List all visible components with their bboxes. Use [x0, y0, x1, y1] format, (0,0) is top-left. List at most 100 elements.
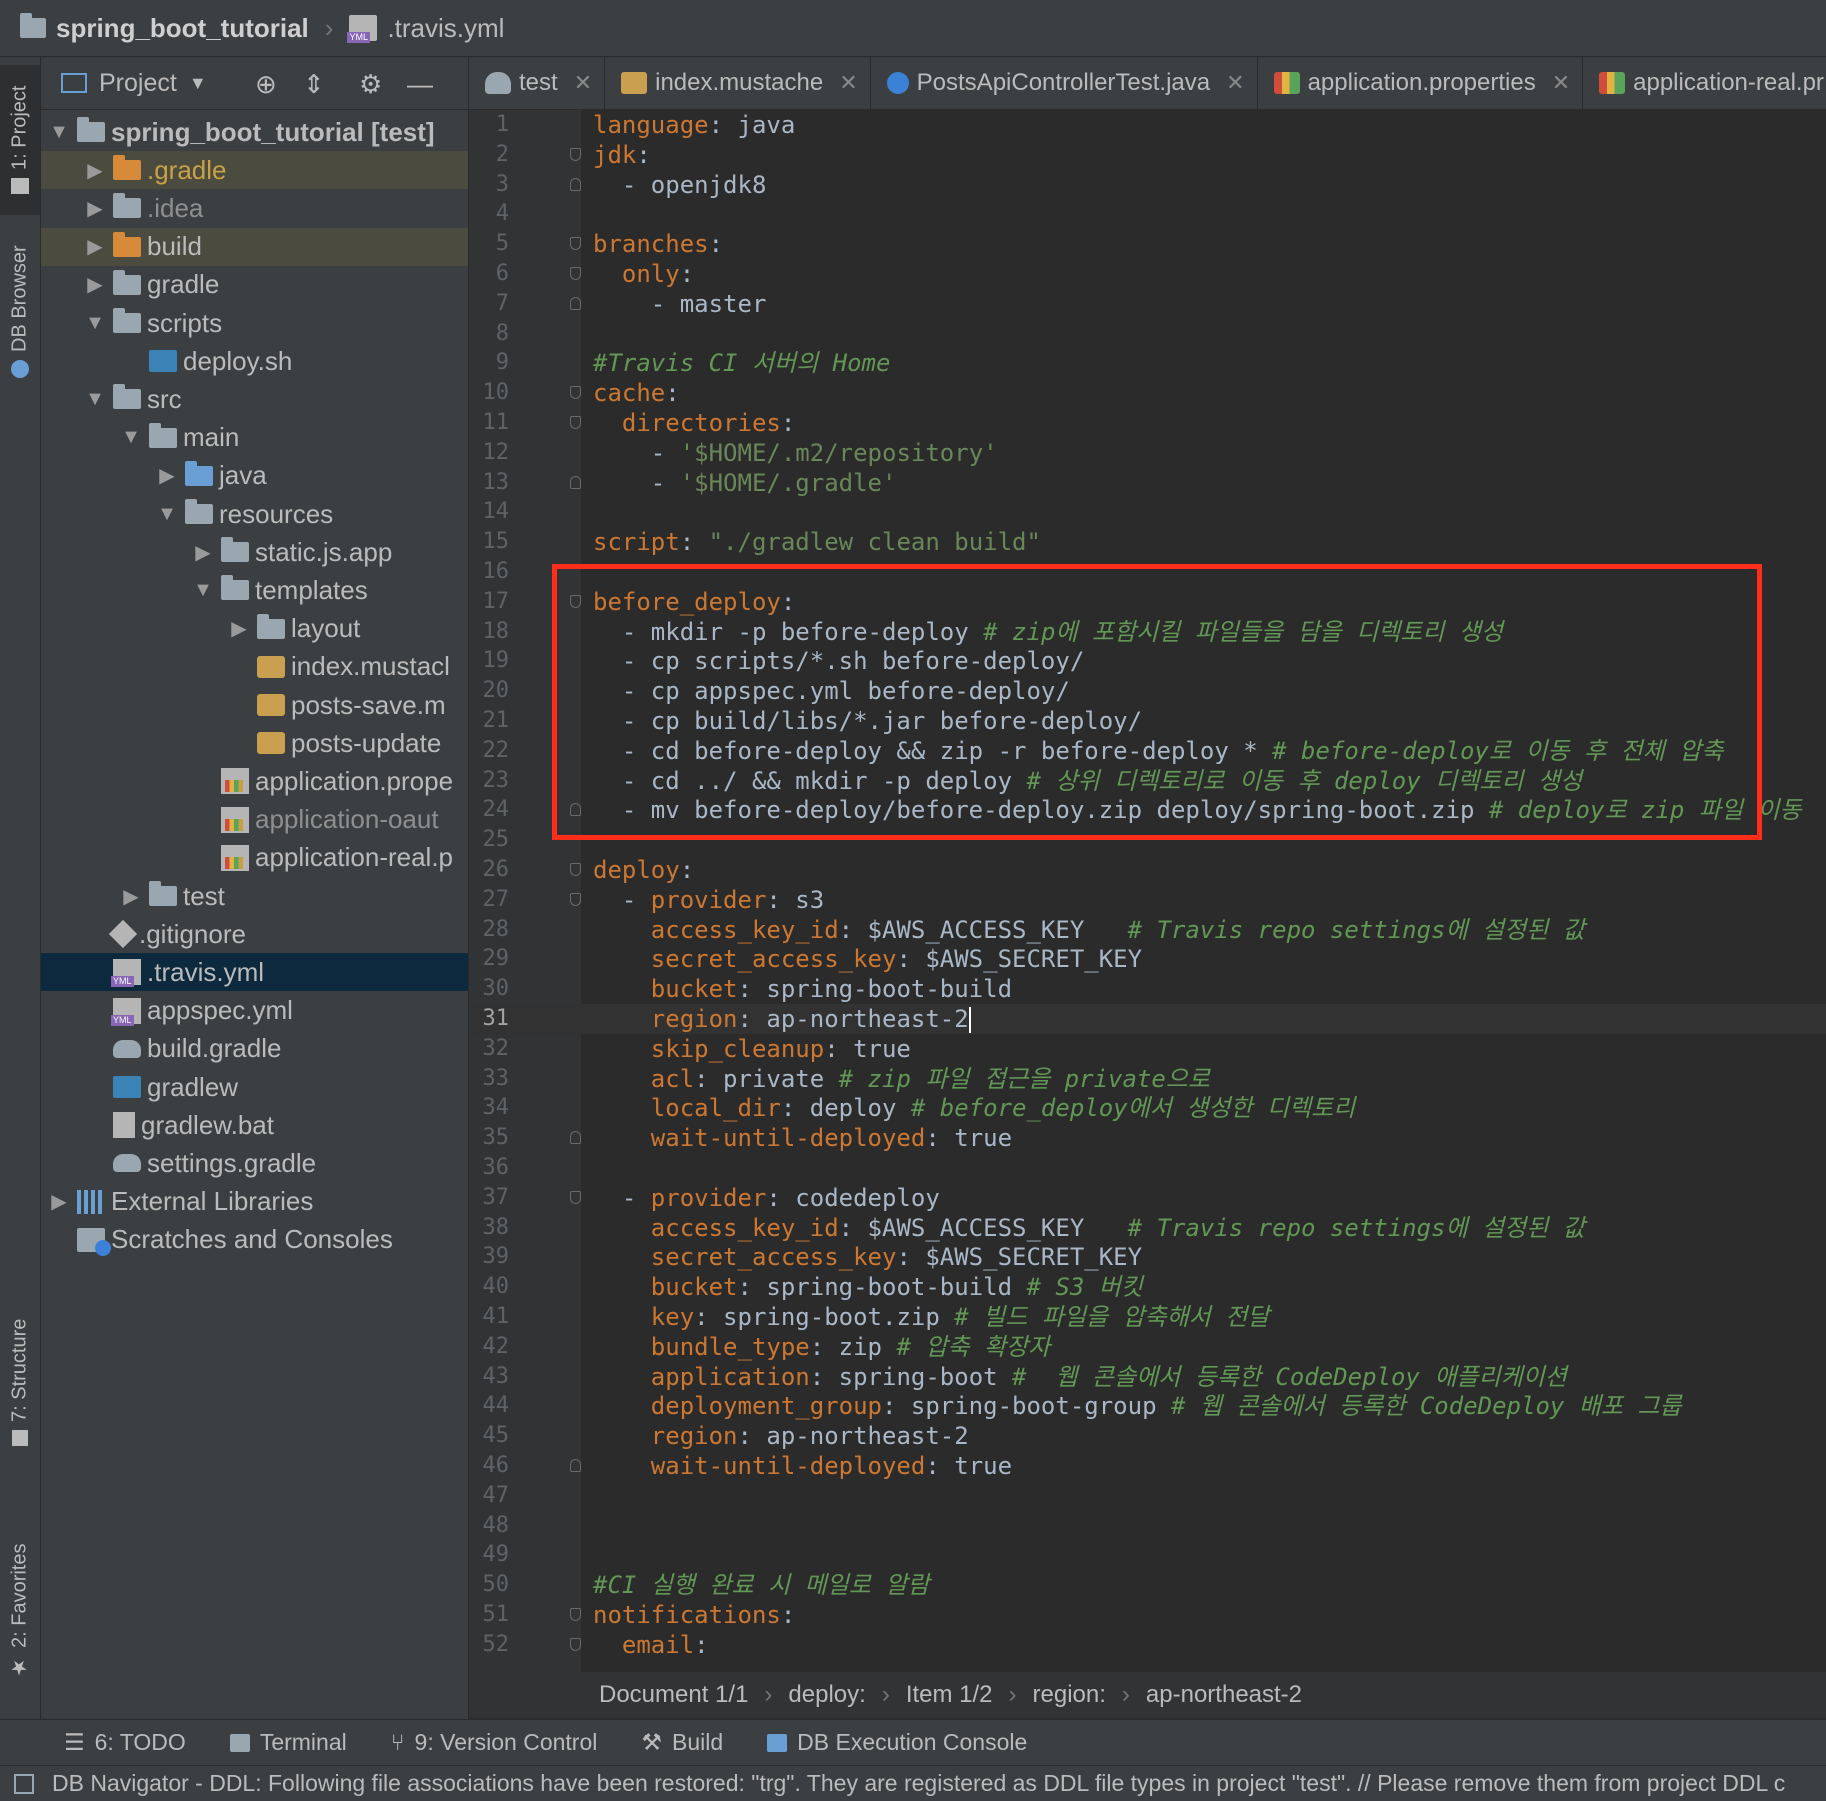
- line-number[interactable]: 50: [469, 1570, 510, 1600]
- line-number[interactable]: 2: [469, 140, 509, 170]
- line-number[interactable]: 48: [469, 1511, 510, 1541]
- tree-folder-templates[interactable]: ▼ templates: [41, 571, 468, 609]
- fold-marker-icon[interactable]: [570, 1190, 581, 1204]
- line-number[interactable]: 22: [469, 736, 510, 766]
- code-line[interactable]: 2 jdk:: [469, 140, 1826, 170]
- tool-tab-db-browser[interactable]: DB Browser: [0, 232, 40, 392]
- code-line[interactable]: 40 bucket: spring-boot-build # S3 버킷: [469, 1272, 1826, 1302]
- locate-icon[interactable]: ⊕: [255, 69, 277, 100]
- code-line[interactable]: 35 wait-until-deployed: true: [469, 1123, 1826, 1153]
- tree-file-build-gradle[interactable]: build.gradle: [41, 1030, 468, 1068]
- tree-file-gitignore[interactable]: .gitignore: [41, 915, 468, 953]
- code-line[interactable]: 23 - cd ../ && mkdir -p deploy # 상위 디렉토리…: [469, 766, 1826, 796]
- line-number[interactable]: 20: [469, 676, 510, 706]
- code-line[interactable]: 22 - cd before-deploy && zip -r before-d…: [469, 736, 1826, 766]
- tool-version-control[interactable]: ⑂ 9: Version Control: [391, 1729, 598, 1756]
- fold-marker-icon[interactable]: [570, 892, 581, 906]
- tree-file-posts-update[interactable]: posts-update: [41, 724, 468, 762]
- fold-marker-icon[interactable]: [570, 1637, 581, 1651]
- code-line[interactable]: 33 acl: private # zip 파일 접근을 private으로: [469, 1064, 1826, 1094]
- fold-marker-icon[interactable]: [570, 863, 581, 876]
- tree-external-libraries[interactable]: ▶ External Libraries: [41, 1183, 468, 1221]
- line-number[interactable]: 44: [469, 1391, 510, 1421]
- code-line[interactable]: 27 - provider: s3: [469, 885, 1826, 915]
- tree-folder-static[interactable]: ▶ static.js.app: [41, 533, 468, 571]
- collapsed-arrow-icon[interactable]: ▶: [229, 616, 249, 641]
- line-number[interactable]: 17: [469, 587, 510, 617]
- code-line[interactable]: 28 access_key_id: $AWS_ACCESS_KEY # Trav…: [469, 915, 1826, 945]
- code-line[interactable]: 25: [469, 825, 1826, 855]
- tool-tab-project[interactable]: 1: Project: [0, 65, 40, 215]
- tree-file-appspec-yml[interactable]: appspec.yml: [41, 992, 468, 1030]
- tree-file-application-properties[interactable]: application.prope: [41, 762, 468, 800]
- code-line[interactable]: 44 deployment_group: spring-boot-group #…: [469, 1391, 1826, 1421]
- line-number[interactable]: 52: [469, 1630, 510, 1660]
- line-number[interactable]: 13: [469, 468, 510, 498]
- tool-tab-structure[interactable]: 7: Structure: [0, 1307, 40, 1457]
- hide-panel-icon[interactable]: —: [407, 69, 433, 100]
- line-number[interactable]: 4: [469, 199, 509, 229]
- tree-file-posts-save[interactable]: posts-save.m: [41, 686, 468, 724]
- fold-marker-icon[interactable]: [570, 177, 581, 191]
- code-line[interactable]: 4: [469, 199, 1826, 229]
- fold-marker-icon[interactable]: [570, 803, 581, 817]
- code-line[interactable]: 29 secret_access_key: $AWS_SECRET_KEY: [469, 944, 1826, 974]
- code-line[interactable]: 5 branches:: [469, 229, 1826, 259]
- line-number[interactable]: 40: [469, 1272, 510, 1302]
- tree-file-settings-gradle[interactable]: settings.gradle: [41, 1144, 468, 1182]
- expanded-arrow-icon[interactable]: ▼: [85, 312, 105, 335]
- tab-posts-api-controller-test[interactable]: PostsApiControllerTest.java ✕: [871, 57, 1258, 109]
- expanded-arrow-icon[interactable]: ▼: [157, 503, 177, 526]
- code-line[interactable]: 10 cache:: [469, 378, 1826, 408]
- collapsed-arrow-icon[interactable]: ▶: [157, 463, 177, 488]
- code-line[interactable]: 30 bucket: spring-boot-build: [469, 974, 1826, 1004]
- collapse-all-icon[interactable]: ⇕: [303, 69, 325, 100]
- line-number[interactable]: 29: [469, 944, 510, 974]
- code-line[interactable]: 31 region: ap-northeast-2: [469, 1004, 1826, 1034]
- code-line[interactable]: 45 region: ap-northeast-2: [469, 1421, 1826, 1451]
- line-number[interactable]: 37: [469, 1183, 510, 1213]
- project-view-selector[interactable]: Project: [99, 69, 177, 98]
- tree-folder-scripts[interactable]: ▼ scripts: [41, 304, 468, 342]
- tool-todo[interactable]: ☰ 6: TODO: [64, 1729, 186, 1756]
- tool-build[interactable]: ⚒ Build: [641, 1729, 723, 1756]
- code-line[interactable]: 17 before_deploy:: [469, 587, 1826, 617]
- tree-folder-gradle-cache[interactable]: ▶ .gradle: [41, 151, 468, 190]
- code-line[interactable]: 51 notifications:: [469, 1600, 1826, 1630]
- fold-marker-icon[interactable]: [570, 1131, 581, 1145]
- line-number[interactable]: 11: [469, 408, 510, 438]
- status-message[interactable]: DB Navigator - DDL: Following file assoc…: [52, 1770, 1785, 1797]
- tree-root-module[interactable]: ▼ spring_boot_tutorial [test]: [41, 113, 468, 151]
- line-number[interactable]: 49: [469, 1540, 510, 1570]
- tree-file-index-mustache[interactable]: index.mustacl: [41, 648, 468, 686]
- code-line[interactable]: 48: [469, 1511, 1826, 1541]
- code-line[interactable]: 9 #Travis CI 서버의 Home: [469, 348, 1826, 378]
- fold-marker-icon[interactable]: [570, 237, 581, 251]
- code-line[interactable]: 36: [469, 1153, 1826, 1183]
- expanded-arrow-icon[interactable]: ▼: [49, 121, 69, 144]
- code-line[interactable]: 11 directories:: [469, 408, 1826, 438]
- line-number[interactable]: 12: [469, 438, 510, 468]
- fold-marker-icon[interactable]: [570, 296, 581, 310]
- line-number[interactable]: 5: [469, 229, 509, 259]
- line-number[interactable]: 34: [469, 1093, 510, 1123]
- line-number[interactable]: 23: [469, 766, 510, 796]
- code-line[interactable]: 47: [469, 1481, 1826, 1511]
- code-line[interactable]: 14: [469, 497, 1826, 527]
- tree-folder-build[interactable]: ▶ build: [41, 227, 468, 266]
- code-line[interactable]: 16: [469, 557, 1826, 587]
- code-line[interactable]: 7 - master: [469, 289, 1826, 319]
- line-number[interactable]: 9: [469, 348, 509, 378]
- fold-marker-icon[interactable]: [570, 1608, 581, 1621]
- fold-marker-icon[interactable]: [570, 147, 581, 161]
- line-number[interactable]: 21: [469, 706, 510, 736]
- expanded-arrow-icon[interactable]: ▼: [193, 579, 213, 602]
- tree-file-gradlew[interactable]: gradlew: [41, 1068, 468, 1106]
- code-line[interactable]: 38 access_key_id: $AWS_ACCESS_KEY # Trav…: [469, 1213, 1826, 1243]
- code-line[interactable]: 42 bundle_type: zip # 압축 확장자: [469, 1332, 1826, 1362]
- code-line[interactable]: 15 script: "./gradlew clean build": [469, 527, 1826, 557]
- line-number[interactable]: 32: [469, 1034, 510, 1064]
- collapsed-arrow-icon[interactable]: ▶: [85, 158, 105, 183]
- line-number[interactable]: 27: [469, 885, 510, 915]
- code-line[interactable]: 32 skip_cleanup: true: [469, 1034, 1826, 1064]
